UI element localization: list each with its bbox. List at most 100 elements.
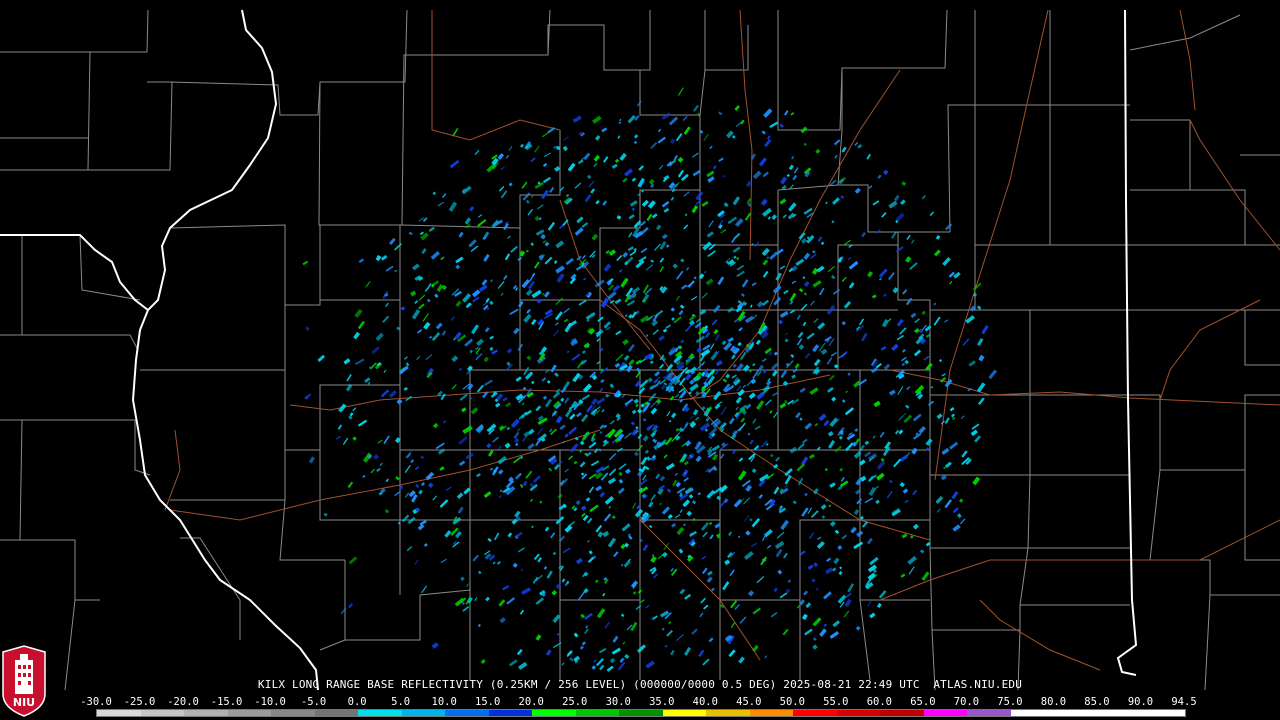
echo-blob	[642, 544, 649, 552]
echo-blob	[689, 383, 699, 392]
echo-blob	[754, 425, 761, 431]
echo-blob	[735, 363, 744, 372]
echo-blob	[943, 466, 946, 470]
echo-blob	[787, 579, 792, 584]
echo-blob	[630, 621, 638, 632]
echo-blob	[925, 438, 933, 447]
echo-blob	[831, 220, 835, 224]
echo-blob	[639, 379, 649, 388]
echo-blob	[584, 628, 589, 635]
echo-blob	[554, 311, 563, 321]
echo-blob	[579, 461, 586, 468]
echo-blob	[656, 224, 662, 231]
echo-blob	[784, 475, 792, 485]
echo-blob	[375, 255, 382, 262]
echo-blob	[655, 473, 661, 480]
echo-blob	[771, 214, 777, 220]
echo-blob	[688, 494, 694, 499]
echo-blob	[475, 353, 483, 361]
echo-blob	[779, 310, 789, 319]
echo-blob	[584, 194, 592, 203]
echo-blob	[382, 315, 390, 324]
echo-blob	[559, 424, 566, 431]
echo-blob	[657, 136, 666, 144]
echo-blob	[633, 451, 639, 457]
echo-blob	[662, 552, 668, 558]
echo-blob	[583, 152, 591, 161]
echo-blob	[755, 241, 760, 247]
echo-blob	[810, 300, 815, 306]
echo-blob	[619, 269, 623, 273]
echo-blob	[802, 438, 808, 444]
echo-blob	[560, 397, 565, 402]
echo-blob	[440, 256, 445, 261]
echo-blob	[689, 415, 694, 420]
echo-blob	[476, 338, 484, 347]
echo-blob	[711, 587, 715, 592]
echo-blob	[568, 405, 575, 410]
echo-blob	[431, 332, 441, 342]
echo-blob	[703, 133, 709, 142]
echo-blob	[733, 255, 737, 260]
echo-blob	[642, 418, 647, 422]
echo-blob	[469, 206, 475, 212]
echo-blob	[573, 632, 579, 638]
echo-blob	[466, 583, 470, 588]
echo-blob	[778, 319, 784, 325]
echo-blob	[677, 156, 684, 163]
echo-blob	[770, 612, 778, 618]
echo-blob	[695, 191, 704, 201]
echo-blob	[550, 532, 556, 539]
echo-blob	[588, 441, 597, 449]
echo-blob	[513, 327, 520, 335]
radar-map-view: NIU KILX LONG RANGE BASE REFLECTIVITY (0…	[0, 0, 1280, 720]
echo-blob	[752, 170, 762, 180]
echo-blob	[689, 379, 695, 385]
echo-blob	[671, 317, 675, 321]
echo-blob	[641, 226, 649, 235]
echo-blob	[799, 387, 806, 393]
echo-blob	[769, 410, 773, 414]
scale-label: 25.0	[562, 696, 588, 708]
echo-blob	[680, 304, 685, 309]
echo-blob	[525, 199, 530, 204]
echo-blob	[861, 332, 868, 342]
echo-blob	[603, 424, 608, 429]
echo-blob	[594, 134, 601, 141]
echo-blob	[469, 349, 473, 354]
echo-blob	[509, 659, 518, 667]
echo-blob	[487, 537, 492, 542]
echo-blob	[631, 311, 637, 319]
echo-blob	[459, 460, 466, 466]
echo-blob	[825, 201, 828, 205]
echo-blob	[563, 318, 569, 323]
echo-blob	[875, 499, 880, 505]
echo-blob	[728, 417, 735, 425]
echo-blob	[845, 592, 852, 599]
echo-blob	[476, 473, 481, 478]
echo-blob	[483, 356, 489, 363]
echo-blob	[348, 556, 358, 565]
echo-blob	[792, 500, 797, 505]
echo-blob	[462, 606, 470, 612]
echo-blob	[389, 237, 396, 245]
echo-blob	[972, 476, 981, 486]
color-bar-segment	[619, 710, 663, 716]
echo-blob	[506, 348, 513, 354]
echo-blob	[881, 319, 890, 328]
echo-blob	[586, 174, 592, 180]
echo-blob	[475, 346, 479, 350]
echo-blob	[841, 276, 847, 283]
echo-blob	[901, 533, 908, 539]
echo-blob	[562, 547, 571, 554]
echo-blob	[650, 493, 656, 501]
county-boundaries	[0, 9, 1280, 691]
echo-blob	[481, 279, 488, 286]
echo-blob	[741, 293, 745, 297]
echo-blob	[710, 343, 715, 350]
echo-blob	[631, 409, 637, 415]
echo-blob	[734, 604, 740, 610]
scale-label: -15.0	[210, 696, 243, 708]
echo-blob	[761, 247, 770, 257]
echo-blob	[981, 324, 989, 335]
